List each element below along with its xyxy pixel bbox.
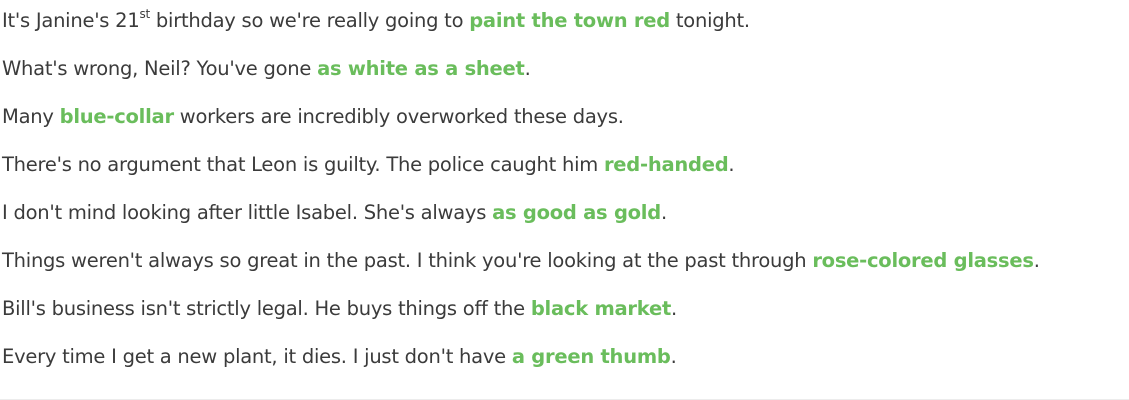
idiom-highlight: as white as a sheet [317,57,525,80]
sentence-7: Bill's business isn't strictly legal. He… [2,288,1127,336]
sentence-text: . [728,153,735,176]
sentence-text: There's no argument that Leon is guilty.… [2,153,604,176]
sentence-text: Bill's business isn't strictly legal. He… [2,297,531,320]
sentence-text: tonight. [669,9,750,32]
sentence-text: . [1033,249,1040,272]
sentence-text: I don't mind looking after little Isabel… [2,201,493,224]
sentence-text: What's wrong, Neil? You've gone [2,57,318,80]
sentence-text: . [671,297,677,320]
sentence-text: It's Janine's 21 [2,9,140,32]
idiom-highlight: paint the town red [469,9,670,32]
idiom-highlight: red-handed [603,153,729,176]
idiom-highlight: blue-collar [59,105,174,128]
sentence-4: There's no argument that Leon is guilty.… [2,144,1127,192]
sentence-text: Things weren't always so great in the pa… [2,249,813,272]
sentence-2: What's wrong, Neil? You've gone as white… [2,48,1127,96]
sentence-text: . [524,57,531,80]
sentence-5: I don't mind looking after little Isabel… [2,192,1127,240]
idiom-highlight: black market [530,297,672,320]
sentence-text: Many [2,105,60,128]
idiom-sentence-list: It's Janine's 21st birthday so we're rea… [2,0,1127,384]
idiom-highlight: a green thumb [511,345,671,368]
sentence-text: workers are incredibly overworked these … [173,105,624,128]
sentence-8: Every time I get a new plant, it dies. I… [2,336,1127,384]
sentence-text: birthday so we're really going to [149,9,470,32]
sentence-6: Things weren't always so great in the pa… [2,240,1127,288]
idiom-highlight: as good as gold [492,201,661,224]
idiom-highlight: rose-colored glasses [812,249,1034,272]
sentence-text: . [660,201,667,224]
sentence-3: Many blue-collar workers are incredibly … [2,96,1127,144]
sentence-text: Every time I get a new plant, it dies. I… [2,345,512,368]
ordinal-suffix: st [139,6,150,21]
sentence-text: . [670,345,677,368]
sentence-1: It's Janine's 21st birthday so we're rea… [2,0,1127,48]
